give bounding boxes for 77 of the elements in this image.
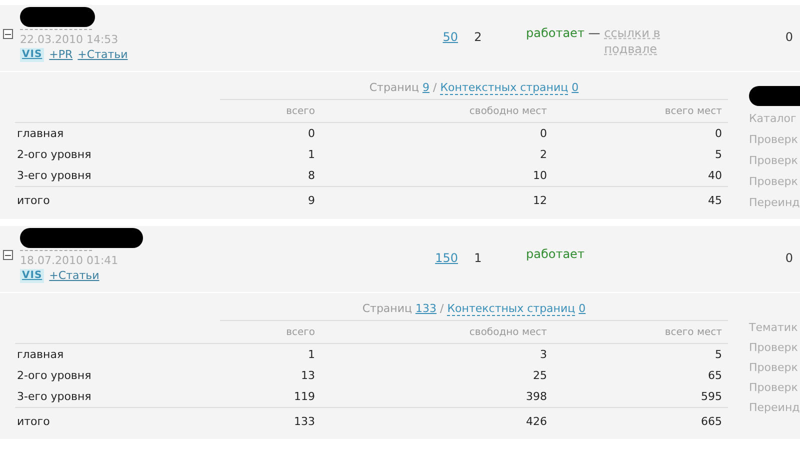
column-header: свободно мест [469,327,547,338]
table-cell: 0 [715,127,722,140]
status-text: работает [526,247,584,261]
row-label: 2-ого уровня [17,148,92,161]
status-note-link[interactable]: ссылки в подвале [604,25,666,57]
side-label: Проверк [749,132,799,148]
side-label: Проверк [749,380,799,396]
table-cell: 12 [533,194,547,207]
count-text: 2 [474,29,482,46]
context-pages-link[interactable]: Контекстных страниц [447,302,576,316]
side-label: Проверк [749,153,799,169]
pages-count-link[interactable]: 9 [422,81,430,94]
side-label: Проверк [749,174,799,190]
collapse-icon[interactable] [3,250,13,260]
table-cell: 13 [301,369,315,382]
table-cell: 9 [308,194,315,207]
table-cell: 1 [308,148,315,161]
last-value: 0 [785,250,793,267]
side-label: Проверк [749,360,799,376]
vis-badge[interactable]: VIS [20,269,44,283]
table-cell: 665 [701,415,722,428]
pages-label: Страниц [362,302,412,315]
table-cell: 2 [540,148,547,161]
table-cell: 5 [715,148,722,161]
column-header: всего мест [664,106,722,117]
row-label: итого [17,415,50,428]
tag-link[interactable]: +Статьи [49,269,100,283]
collapse-icon[interactable] [3,29,13,39]
vis-badge[interactable]: VIS [20,48,44,62]
side-label: Переинд [749,195,800,211]
pages-count-link[interactable]: 133 [416,302,436,315]
side-label: Каталог [749,111,798,127]
column-header: всего [286,106,315,117]
table-cell: 398 [526,390,547,403]
table-cell: 595 [701,390,722,403]
date-text: 18.07.2010 01:41 [20,254,120,268]
pages-link[interactable]: 150 [435,249,458,292]
pages-label: Страниц [369,81,419,94]
column-header: всего [286,327,315,338]
tag-link[interactable]: +Статьи [78,48,128,62]
row-label: 2-ого уровня [17,369,92,382]
column-header: свободно мест [469,106,547,117]
count-text: 1 [474,250,482,267]
row-label: итого [17,194,50,207]
table-cell: 0 [308,127,315,140]
table-cell: 133 [294,415,315,428]
row-label: главная [17,348,64,361]
table-cell: 45 [708,194,722,207]
separator-text: / [440,302,444,315]
tag-link[interactable]: +PR [49,48,73,62]
table-cell: 5 [715,348,722,361]
pages-link[interactable]: 50 [442,28,458,71]
row-label: главная [17,127,64,140]
table-cell: 8 [308,169,315,182]
status-text: работает [526,26,584,40]
context-pages-link[interactable]: Контекстных страниц [440,81,568,95]
table-cell: 40 [708,169,722,182]
column-header: всего мест [664,327,722,338]
table-cell: 65 [708,369,722,382]
date-text: 22.03.2010 14:53 [20,33,120,47]
row-label: 3-его уровня [17,169,92,182]
table-cell: 0 [540,127,547,140]
side-label: Проверк [749,340,799,356]
table-cell: 119 [294,390,315,403]
side-label: Переинд [749,400,800,416]
row-label: 3-его уровня [17,390,92,403]
table-cell: 426 [526,415,547,428]
context-count-link[interactable]: 0 [578,302,586,315]
dash-text: — [588,26,600,40]
table-cell: 25 [533,369,547,382]
last-value: 0 [785,29,793,46]
table-cell: 1 [308,348,315,361]
separator-text: / [433,81,437,94]
table-cell: 3 [540,348,547,361]
side-label: Тематик [749,320,799,336]
table-cell: 10 [533,169,547,182]
context-count-link[interactable]: 0 [572,81,579,94]
